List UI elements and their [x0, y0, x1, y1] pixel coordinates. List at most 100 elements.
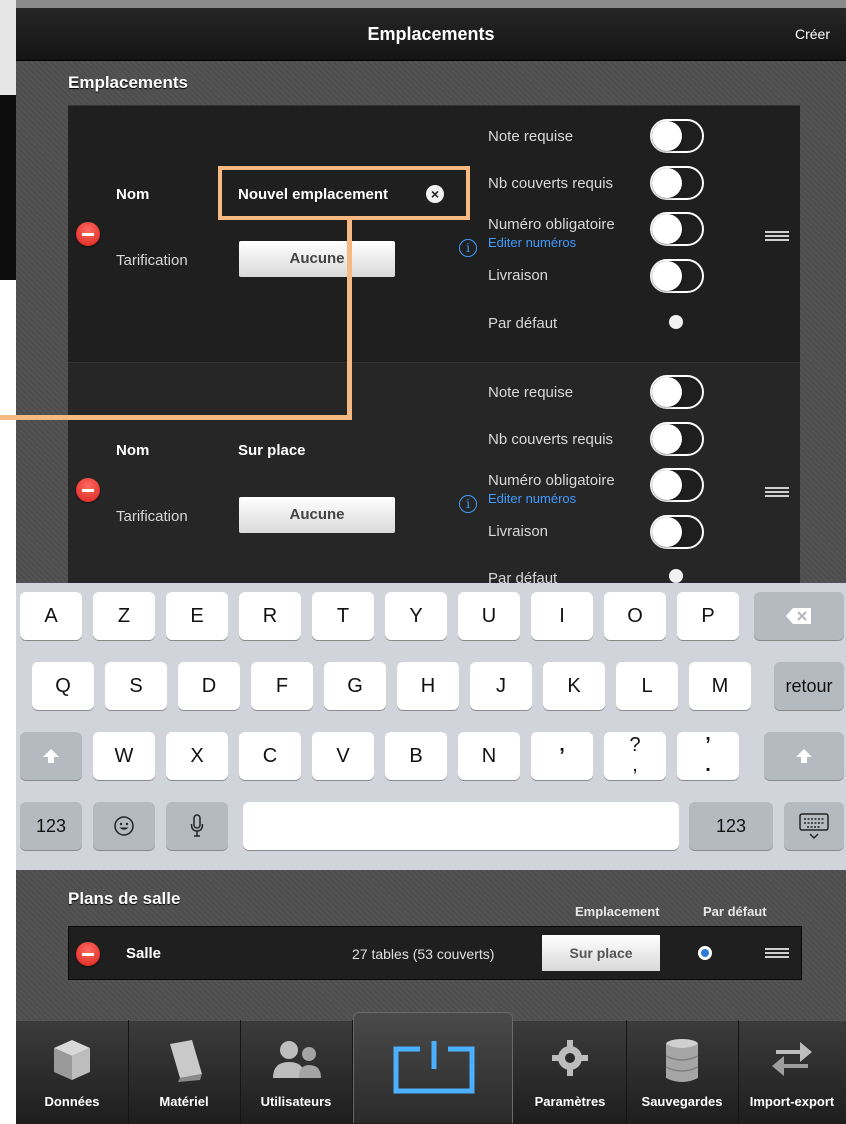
window-top-border [16, 0, 846, 8]
delivery-toggle[interactable] [650, 515, 704, 549]
covers-required-toggle[interactable] [650, 422, 704, 456]
number-required-label: Numéro obligatoire [488, 216, 615, 233]
name-value[interactable]: Sur place [238, 442, 306, 459]
tab-label: Utilisateurs [260, 1094, 332, 1109]
tab-import-export[interactable]: Import-export [738, 1020, 846, 1123]
delete-floor-plan-button[interactable] [76, 942, 100, 966]
key[interactable]: W [93, 732, 155, 780]
edit-numbers-link[interactable]: Editer numéros [488, 235, 576, 250]
edit-numbers-link[interactable]: Editer numéros [488, 491, 576, 506]
emoji-key[interactable] [93, 802, 155, 850]
default-radio[interactable] [669, 569, 683, 583]
name-label: Nom [116, 442, 150, 459]
key[interactable]: O [604, 592, 666, 640]
key[interactable]: G [324, 662, 386, 710]
return-key[interactable]: retour [774, 662, 844, 710]
tab-settings[interactable]: Paramètres [514, 1020, 627, 1123]
callout-line [347, 220, 352, 420]
tab-label: Sauvegardes [641, 1094, 723, 1109]
callout-line [0, 415, 352, 420]
backspace-icon [786, 608, 811, 624]
info-icon[interactable]: i [459, 495, 477, 513]
note-required-toggle[interactable] [650, 375, 704, 409]
covers-required-label: Nb couverts requis [488, 175, 614, 192]
delivery-toggle[interactable] [650, 259, 704, 293]
key[interactable]: T [312, 592, 374, 640]
tab-data[interactable]: Données [16, 1020, 129, 1123]
number-required-toggle[interactable] [650, 212, 704, 246]
key[interactable]: V [312, 732, 374, 780]
tab-backups[interactable]: Sauvegardes [626, 1020, 739, 1123]
section-title-locations: Emplacements [68, 73, 188, 92]
covers-required-toggle[interactable] [650, 166, 704, 200]
pricing-label: Tarification [116, 252, 188, 269]
key[interactable]: Q [32, 662, 94, 710]
key[interactable]: I [531, 592, 593, 640]
keyboard-icon [799, 813, 829, 840]
tab-users[interactable]: Utilisateurs [240, 1020, 353, 1123]
arrows-icon [772, 1042, 812, 1076]
key[interactable]: N [458, 732, 520, 780]
users-icon [273, 1041, 321, 1078]
quote-period-key[interactable]: ’ . [677, 732, 739, 780]
key[interactable]: E [166, 592, 228, 640]
key[interactable]: J [470, 662, 532, 710]
hide-keyboard-key[interactable] [784, 802, 844, 850]
space-key[interactable] [243, 802, 679, 850]
outer-background [0, 280, 16, 580]
power-icon [393, 1041, 475, 1094]
delete-location-button[interactable] [76, 222, 100, 246]
pricing-button[interactable]: Aucune [239, 241, 395, 277]
info-icon[interactable]: i [459, 239, 477, 257]
default-label: Par défaut [488, 315, 558, 332]
highlight-box [218, 166, 470, 220]
key[interactable]: X [166, 732, 228, 780]
number-required-toggle[interactable] [650, 468, 704, 502]
apostrophe-key[interactable]: ’ [531, 732, 593, 780]
key[interactable]: S [105, 662, 167, 710]
tab-label: Paramètres [534, 1094, 606, 1109]
delivery-label: Livraison [488, 267, 549, 284]
note-required-label: Note requise [488, 128, 574, 145]
tab-home[interactable] [353, 1012, 513, 1123]
key[interactable]: U [458, 592, 520, 640]
key[interactable]: D [178, 662, 240, 710]
gear-icon [552, 1040, 588, 1076]
drag-handle-icon[interactable] [765, 487, 789, 497]
create-button[interactable]: Créer [795, 8, 830, 60]
on-screen-keyboard: A Z E R T Y U I O P Q S D F G H J K L M … [16, 583, 846, 870]
drag-handle-icon[interactable] [765, 231, 789, 241]
key[interactable]: F [251, 662, 313, 710]
default-radio[interactable] [669, 315, 683, 329]
delete-location-button[interactable] [76, 478, 100, 502]
shift-key[interactable] [20, 732, 82, 780]
backspace-key[interactable] [754, 592, 844, 640]
pricing-button[interactable]: Aucune [239, 497, 395, 533]
number-required-label: Numéro obligatoire [488, 472, 615, 489]
shift-icon [43, 749, 59, 763]
key[interactable]: Y [385, 592, 447, 640]
numbers-key[interactable]: 123 [20, 802, 82, 850]
key[interactable]: C [239, 732, 301, 780]
key[interactable]: R [239, 592, 301, 640]
shift-key[interactable] [764, 732, 844, 780]
key[interactable]: P [677, 592, 739, 640]
tab-hardware[interactable]: Matériel [128, 1020, 241, 1123]
note-required-toggle[interactable] [650, 119, 704, 153]
question-comma-key[interactable]: ? , [604, 732, 666, 780]
box-icon [54, 1040, 90, 1080]
key[interactable]: M [689, 662, 751, 710]
key[interactable]: B [385, 732, 447, 780]
key[interactable]: L [616, 662, 678, 710]
key[interactable]: K [543, 662, 605, 710]
tab-label: Données [44, 1094, 100, 1109]
dictation-key[interactable] [166, 802, 228, 850]
key[interactable]: H [397, 662, 459, 710]
default-radio-selected[interactable] [698, 946, 712, 960]
numbers-key[interactable]: 123 [689, 802, 773, 850]
key[interactable]: Z [93, 592, 155, 640]
device-icon [170, 1040, 202, 1082]
floor-plan-location-button[interactable]: Sur place [542, 935, 660, 971]
key[interactable]: A [20, 592, 82, 640]
drag-handle-icon[interactable] [765, 948, 789, 958]
